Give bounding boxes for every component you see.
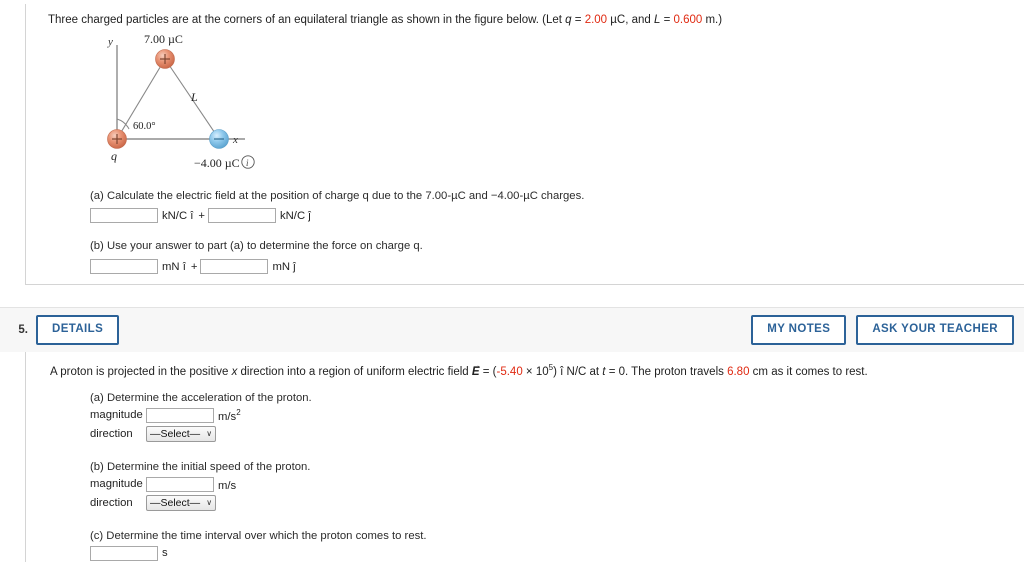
question-4-part-b: (b) Use your answer to part (a) to deter… — [90, 239, 1024, 275]
q5-stem-E-symbol: → E — [471, 359, 481, 378]
q5-stem-E-value: -5.40 — [496, 365, 523, 378]
part-spacer — [90, 225, 1024, 239]
question-5-parts: (a) Determine the acceleration of the pr… — [38, 392, 1024, 561]
q5-stem-distance: 6.80 — [727, 365, 750, 378]
q5-stem-part6: = 0. The proton travels — [605, 365, 728, 378]
stem-text-lead: Three charged particles are at the corne… — [48, 14, 566, 26]
question-4-part-a: (a) Calculate the electric field at the … — [90, 189, 1024, 224]
stem-L-unit: m.) — [702, 14, 723, 26]
q5-part-c-input[interactable] — [90, 545, 158, 561]
question-5-stem: A proton is projected in the positive x … — [38, 359, 1024, 380]
question-5-panel: A proton is projected in the positive x … — [25, 352, 1024, 562]
question-4-panel: Three charged particles are at the corne… — [25, 4, 1024, 285]
my-notes-button[interactable]: MY NOTES — [751, 315, 847, 345]
part-b-field-j[interactable] — [200, 259, 269, 275]
q5-part-a-direction-label: direction — [90, 427, 133, 440]
part-a-field-i[interactable] — [90, 208, 158, 224]
q5-part-b-direction-row: direction —Select— ∨ — [90, 494, 1024, 511]
part-a-field-j[interactable] — [208, 208, 276, 224]
q5-part-c-answer-row: s — [90, 545, 1024, 561]
stem-eq-2: = — [660, 14, 674, 26]
part-b-field-i[interactable] — [90, 259, 158, 275]
stem-eq-1: = — [571, 14, 585, 26]
chevron-down-icon: ∨ — [206, 497, 213, 507]
q5-stem-part5: ) î N/C at — [553, 365, 603, 378]
q5-part-spacer-2 — [90, 514, 1024, 530]
triangle-figure: y x 7.00 µC −4.00 µC q L 60.0° i — [93, 31, 363, 181]
chevron-down-icon: ∨ — [206, 428, 213, 438]
part-a-answer-row: kN/C î + kN/C ĵ — [90, 208, 1024, 224]
q5-part-b-magnitude-input[interactable] — [146, 476, 214, 492]
svg-text:q: q — [111, 149, 117, 163]
question-5-part-b: (b) Determine the initial speed of the p… — [90, 461, 1024, 511]
question-5-header-actions: MY NOTES ASK YOUR TEACHER — [751, 315, 1018, 345]
q5-stem-part1: A proton is projected in the positive — [50, 365, 232, 378]
q5-part-a-magnitude-input[interactable] — [146, 407, 214, 423]
question-5-part-a: (a) Determine the acceleration of the pr… — [90, 392, 1024, 442]
part-a-operator: + — [198, 209, 205, 222]
question-5-header: 5. DETAILS MY NOTES ASK YOUR TEACHER — [0, 307, 1024, 352]
svg-text:−4.00 µC: −4.00 µC — [194, 156, 240, 170]
svg-text:y: y — [107, 36, 113, 48]
figure-info-icon: i — [241, 155, 255, 169]
part-b-answer-row: mN î + mN ĵ — [90, 259, 1024, 275]
ask-your-teacher-button[interactable]: ASK YOUR TEACHER — [856, 315, 1014, 345]
part-a-text: (a) Calculate the electric field at the … — [90, 189, 585, 202]
q5-part-b-text: (b) Determine the initial speed of the p… — [90, 460, 311, 473]
q5-part-a-magnitude-label: magnitude — [90, 409, 143, 422]
question-5-part-c: (c) Determine the time interval over whi… — [90, 530, 1024, 561]
part-b-operator: + — [190, 260, 198, 273]
svg-text:60.0°: 60.0° — [133, 121, 156, 132]
part-a-unit-i: kN/C î — [162, 209, 194, 222]
q5-part-a-text: (a) Determine the acceleration of the pr… — [90, 391, 312, 404]
q5-part-c-text: (c) Determine the time interval over whi… — [90, 529, 427, 542]
q5-stem-part4: × 10 — [522, 365, 549, 378]
triangle-figure-svg: y x 7.00 µC −4.00 µC q L 60.0° i — [107, 32, 255, 170]
svg-text:x: x — [232, 134, 238, 146]
q5-part-b-magnitude-row: magnitude m/s — [90, 476, 1024, 492]
svg-text:i: i — [246, 158, 249, 168]
stem-q-unit: µC, and — [607, 14, 654, 26]
part-b-unit-i: mN î — [162, 260, 186, 273]
part-b-text: (b) Use your answer to part (a) to deter… — [90, 240, 423, 253]
question-gap — [0, 285, 1024, 307]
q5-part-b-magnitude-unit: m/s — [218, 479, 237, 492]
svg-text:L: L — [190, 90, 198, 104]
q5-part-a-direction-row: direction —Select— ∨ — [90, 425, 1024, 442]
q5-stem-part2: direction into a region of uniform elect… — [237, 365, 472, 378]
part-b-unit-j: mN ĵ — [272, 260, 296, 273]
q5-part-b-select-value: —Select— — [150, 496, 201, 509]
stem-L-value: 0.600 — [673, 14, 703, 26]
part-a-unit-j: kN/C ĵ — [280, 209, 311, 222]
q5-stem-part3: = ( — [479, 365, 497, 378]
q5-part-spacer-1 — [90, 445, 1024, 461]
q5-part-a-select-value: —Select— — [150, 427, 201, 440]
q5-part-b-direction-select[interactable]: —Select— ∨ — [146, 494, 217, 511]
stem-q-value: 2.00 — [584, 14, 608, 26]
q5-part-b-direction-label: direction — [90, 496, 133, 509]
q5-part-a-direction-select[interactable]: —Select— ∨ — [146, 425, 217, 442]
q5-part-a-magnitude-unit: m/s2 — [218, 408, 241, 423]
q5-part-c-unit: s — [162, 547, 168, 560]
q5-stem-part7: cm as it comes to rest. — [749, 365, 868, 378]
question-5-number: 5. — [18, 324, 28, 336]
question-4-parts: (a) Calculate the electric field at the … — [38, 189, 1024, 275]
question-4-stem: Three charged particles are at the corne… — [38, 12, 1024, 29]
details-button[interactable]: DETAILS — [36, 315, 120, 345]
q5-part-a-magnitude-row: magnitude m/s2 — [90, 407, 1024, 423]
q5-part-b-magnitude-label: magnitude — [90, 478, 143, 491]
svg-text:7.00 µC: 7.00 µC — [144, 32, 183, 46]
